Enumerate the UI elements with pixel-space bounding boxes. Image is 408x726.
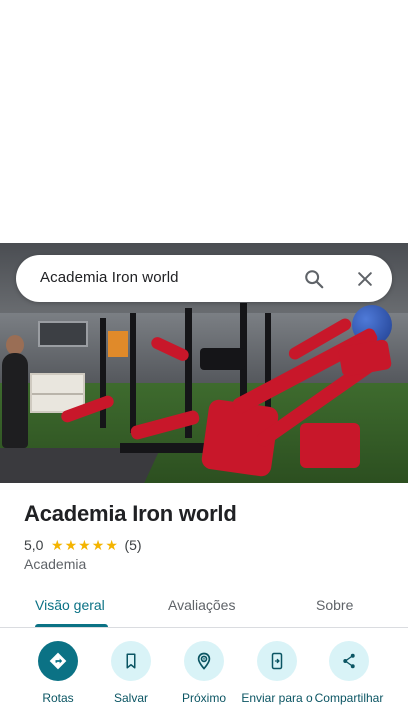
star-icon: ★ — [78, 537, 91, 553]
star-icon: ★ — [91, 537, 105, 553]
save-label: Salvar — [113, 691, 148, 705]
share-label: Compartilhar — [314, 691, 384, 705]
nearby-label: Próximo — [181, 691, 226, 705]
bookmark-icon[interactable] — [111, 641, 151, 681]
star-icon: ★ — [105, 537, 118, 553]
photo-base — [120, 443, 210, 453]
search-bar[interactable]: Academia Iron world — [16, 255, 392, 302]
photo-red-machine — [300, 423, 360, 468]
nearby-icon[interactable] — [184, 641, 224, 681]
directions-icon[interactable] — [38, 641, 78, 681]
tab-overview[interactable]: Visão geral — [35, 597, 105, 613]
tab-bar: Visão geral Avaliações Sobre — [0, 588, 408, 628]
photo-bench-seat — [200, 348, 245, 370]
tab-indicator — [35, 624, 108, 627]
photo-rack-post — [100, 318, 106, 428]
send-to-phone-icon[interactable] — [257, 641, 297, 681]
tab-about[interactable]: Sobre — [316, 597, 353, 613]
rating-row[interactable]: 5,0 ★ ★ ★ ★ ★ (5) — [24, 536, 142, 554]
share-icon[interactable] — [329, 641, 369, 681]
photo-person — [2, 353, 28, 448]
photo-mat — [0, 448, 161, 483]
close-icon[interactable] — [352, 266, 378, 292]
map-area — [0, 0, 408, 243]
star-icon: ★ — [64, 537, 78, 553]
place-title: Academia Iron world — [24, 501, 237, 526]
tab-reviews[interactable]: Avaliações — [168, 597, 235, 613]
star-rating: ★ ★ ★ ★ ★ — [50, 538, 118, 552]
photo-rack-post — [130, 313, 136, 433]
review-count[interactable]: (5) — [124, 537, 141, 553]
photo-orange-panel — [108, 331, 128, 357]
star-icon: ★ — [50, 537, 64, 553]
search-input[interactable]: Academia Iron world — [40, 269, 179, 286]
rating-value: 5,0 — [24, 537, 44, 553]
place-category: Academia — [24, 556, 87, 572]
search-icon[interactable] — [301, 266, 327, 292]
photo-sign — [38, 321, 88, 347]
photo-person-head — [6, 335, 24, 355]
directions-label: Rotas — [42, 691, 74, 705]
